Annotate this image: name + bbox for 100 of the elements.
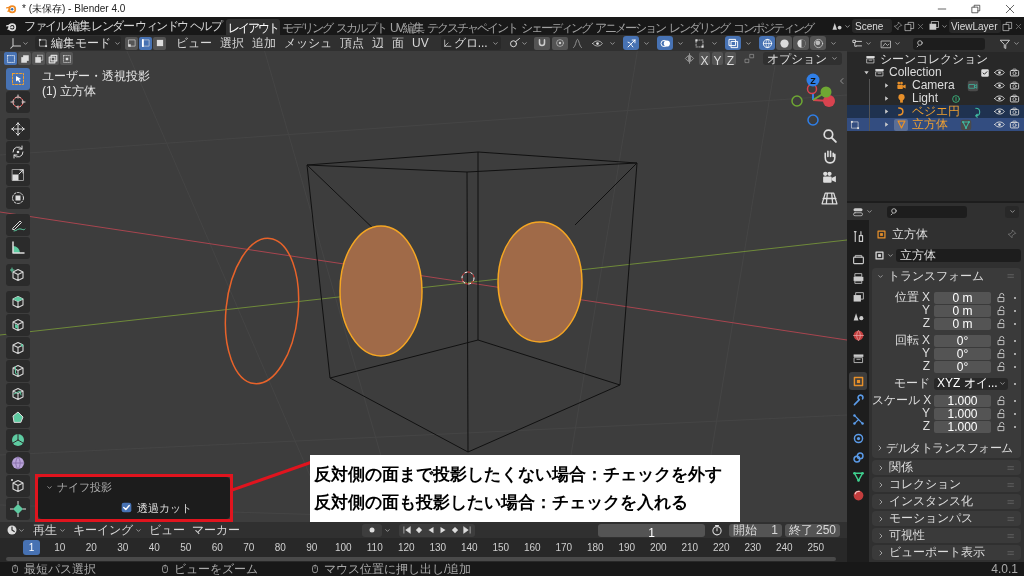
scene-field[interactable]: Scene [852,19,892,33]
object-info: (1) 立方体 [42,84,97,99]
frame-number: 210 [680,540,700,555]
number-field[interactable]: 0 m [934,291,991,304]
field-label: 回転 X [893,334,931,347]
options-dropdown[interactable]: オプション [763,52,842,65]
number-field[interactable]: 0° [934,360,991,373]
field-label: Y [921,347,931,360]
workspace-tab[interactable]: テクスチャペイント [424,19,519,35]
axis-label: Z [810,75,816,86]
window-title: * (未保存) - Blender 4.0 [22,2,126,16]
frame-number: 230 [743,540,763,555]
tree-label: 立方体 [912,118,948,131]
menu-item[interactable]: ヘルプ [188,17,222,35]
field-label: Z [921,420,931,433]
status-hint: マウス位置に押し出し/追加 [324,562,472,576]
outliner-row[interactable]: 立方体 [847,118,1024,131]
panel-header[interactable]: 可視性 [872,528,1021,543]
workspace-tab[interactable]: UV編集 [388,19,425,35]
frame-number: 50 [179,540,193,555]
menu-item[interactable]: 選択 [216,35,248,52]
checkbox-label: 透過カット [137,500,192,516]
tree-label: Camera [912,79,955,92]
menu-item[interactable]: キーイング [73,521,133,539]
outliner-row[interactable]: Collection [847,66,1024,79]
axis-toggle[interactable]: Z [725,52,736,65]
panel-header[interactable]: コレクション [872,477,1021,492]
field-label: Z [921,317,931,330]
menu-item[interactable]: ファイル [23,17,67,35]
panel-header[interactable]: モーションパス [872,511,1021,526]
menu-item[interactable]: ビュー [149,521,185,539]
menu-item[interactable]: 面 [388,35,408,52]
axis-toggle[interactable]: X [699,52,710,65]
menu-item[interactable]: 追加 [248,35,280,52]
number-field[interactable]: 0° [934,347,991,360]
dropdown-field[interactable]: XYZ オイ... [934,377,1008,390]
workspace-tab[interactable]: コンポジティング [730,19,815,35]
workspace-tab[interactable]: アニメーション [592,19,667,35]
outliner-row[interactable]: Camera [847,79,1024,92]
view-layer-field[interactable]: ViewLayer [949,19,1001,33]
frame-number: 80 [273,540,287,555]
field-label: 開始 [733,522,757,539]
outliner-row[interactable]: Light [847,92,1024,105]
frame-number: 120 [396,540,416,555]
frame-number: 170 [554,540,574,555]
workspace-tab[interactable]: レイアウト [226,19,280,35]
menu-item[interactable]: ウィンドウ [134,17,189,35]
end-field[interactable]: 終了 250 [785,523,840,537]
field-label: 終了 [789,522,813,539]
mode-dropdown[interactable]: 編集モード [35,36,121,50]
number-field[interactable]: 1.000 [934,420,991,433]
tree-label: Collection [889,66,942,79]
workspace-tab[interactable]: シェーディング [518,19,593,35]
frame-number: 250 [806,540,826,555]
orientation-dropdown[interactable]: グロ... [440,36,501,50]
frame-number: 40 [147,540,161,555]
name-field[interactable]: 立方体 [896,248,1021,262]
tree-label[interactable]: シーンコレクション [880,53,988,66]
menu-item[interactable]: マーカー [192,521,240,539]
menu-item[interactable]: UV [408,35,433,52]
menu-item[interactable]: 辺 [368,35,388,52]
frame-number: 90 [305,540,319,555]
start-field[interactable]: 開始 1 [729,523,782,537]
workspace-tab[interactable]: スカルプト [334,19,388,35]
field-label: 位置 X [893,291,931,304]
number-field[interactable]: 0 m [934,317,991,330]
frame-number: 10 [53,540,67,555]
frame-number: 30 [116,540,130,555]
panel-title: ナイフ投影 [57,480,112,495]
number-field[interactable]: 0 m [934,304,991,317]
frame-number: 60 [210,540,224,555]
status-hint: ビューをズーム [174,562,258,576]
axis-toggle[interactable]: Y [712,52,723,65]
outliner-row[interactable]: ベジエ円 [847,105,1024,118]
tree-label: Light [912,92,939,105]
menu-item[interactable]: レンダー [90,17,134,35]
frame-field[interactable]: 1 [598,523,705,537]
number-field[interactable]: 1.000 [934,407,991,420]
workspace-tab[interactable]: レンダリング [666,19,731,35]
panel-header[interactable]: インスタンス化 [872,494,1021,509]
panel-header[interactable]: ビューポート表示 [872,545,1021,560]
subpanel-header[interactable]: デルタトランスフォーム [876,440,1021,456]
menu-item[interactable]: 編集 [67,17,90,35]
menu-item[interactable]: 再生 [33,521,57,539]
number-field[interactable]: 1.000 [934,394,991,407]
version-label: 4.0.1 [991,562,1018,576]
menu-item[interactable]: 頂点 [336,35,368,52]
frame-number: 140 [459,540,479,555]
field-label: モード [893,377,931,390]
workspace-tab[interactable]: モデリング [280,19,334,35]
menu-item[interactable]: メッシュ [280,35,336,52]
frame-number: 70 [242,540,256,555]
field-label: Y [921,407,931,420]
field-value: 1 [771,522,778,539]
number-field[interactable]: 0° [934,334,991,347]
panel-header[interactable]: 関係 [872,460,1021,475]
tree-label: ベジエ円 [912,105,960,118]
frame-number: 220 [711,540,731,555]
menu-item[interactable]: ビュー [172,35,216,52]
status-hint: 最短パス選択 [24,562,96,576]
